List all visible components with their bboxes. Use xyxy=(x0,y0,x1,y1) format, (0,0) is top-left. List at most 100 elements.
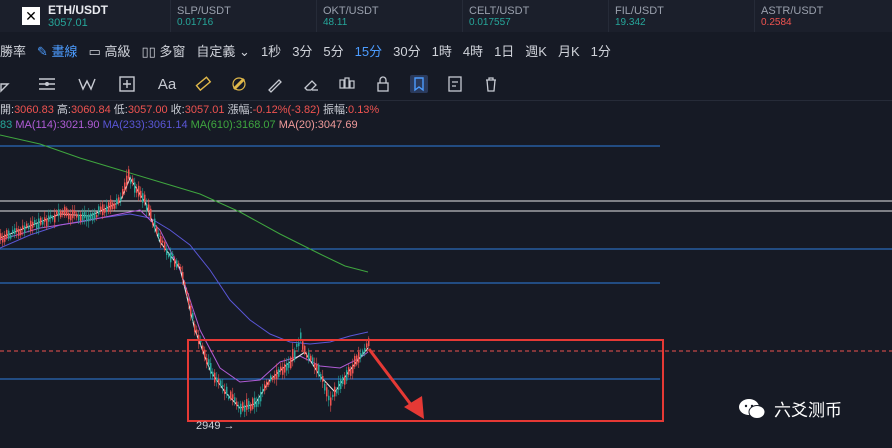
candle-body xyxy=(12,229,14,233)
pencil-icon[interactable] xyxy=(266,75,284,93)
bookmark-icon[interactable] xyxy=(410,75,428,93)
candle-body xyxy=(194,324,196,332)
candle-body xyxy=(66,208,68,216)
candle-body xyxy=(310,355,312,361)
candle-body xyxy=(208,359,210,366)
interval-1d[interactable]: 1日 xyxy=(494,41,514,60)
candle-body xyxy=(122,188,124,196)
candle-body xyxy=(256,401,258,407)
eraser-icon[interactable] xyxy=(302,75,320,93)
candle-body xyxy=(30,220,32,232)
candle-body xyxy=(20,229,22,236)
interval-1h[interactable]: 1時 xyxy=(432,41,452,60)
ticker-item[interactable]: SLP/USDT 0.01716 xyxy=(170,0,316,32)
candle-body xyxy=(328,395,330,401)
chevron-down-icon: ⌄ xyxy=(239,43,250,59)
interval-1mo[interactable]: 月K xyxy=(558,41,580,60)
change-value: -0.12%(-3.82) xyxy=(252,104,320,116)
candle-body xyxy=(124,182,126,192)
candle-body xyxy=(296,343,298,347)
candle-body xyxy=(88,214,90,222)
wave-pattern-icon[interactable] xyxy=(78,75,96,93)
low-label: 低: xyxy=(113,104,128,116)
candle-body xyxy=(144,194,146,203)
interval-1min[interactable]: 1分 xyxy=(591,41,611,60)
text-tool-icon[interactable]: Aa xyxy=(158,75,176,93)
interval-4h[interactable]: 4時 xyxy=(463,41,483,60)
settings-list-icon[interactable] xyxy=(446,75,464,93)
candle-body xyxy=(288,362,290,368)
candle-visibility-icon[interactable] xyxy=(338,75,356,93)
candle-body xyxy=(160,235,162,244)
candle-body xyxy=(128,169,130,179)
candle-body xyxy=(56,210,58,215)
toolbar-draw[interactable]: ✎ 畫線 xyxy=(37,41,78,60)
toolbar-winrate[interactable]: 勝率 xyxy=(0,41,26,60)
ticker-item-price: 0.017557 xyxy=(469,16,511,28)
ticker-item-price: 48.11 xyxy=(323,16,348,28)
candle-body xyxy=(282,367,284,375)
ma20-line xyxy=(0,176,369,409)
candle-body xyxy=(342,376,344,385)
candle-body xyxy=(58,209,60,217)
measure-box-icon[interactable] xyxy=(118,75,136,93)
toolbar-advanced[interactable]: ▭ 高級 xyxy=(89,41,131,60)
candle-body xyxy=(180,266,182,270)
candle-body xyxy=(218,378,220,384)
ohlc-readout: 開:3060.83 高:3060.84 低:3057.00 收:3057.01 … xyxy=(0,101,379,117)
ticker-item-symbol: ASTR/USDT xyxy=(761,4,824,17)
candle-body xyxy=(92,212,94,221)
chart-toolbar: 勝率 ✎ 畫線 ▭ 高級 ▯▯ 多窗 自定義 ⌄ 1秒 3分 5分 15分 30… xyxy=(0,32,892,68)
candle-body xyxy=(126,175,128,186)
interval-5m[interactable]: 5分 xyxy=(323,41,343,60)
candle-body xyxy=(230,391,232,400)
ticker-main[interactable]: ✕ ETH/USDT 3057.01 xyxy=(0,0,170,32)
toolbar-multiwindow[interactable]: ▯▯ 多窗 xyxy=(141,41,185,60)
ticker-item[interactable]: OKT/USDT 48.11 xyxy=(316,0,462,32)
trend-line-icon[interactable] xyxy=(0,75,18,93)
ticker-item-price: 0.2584 xyxy=(761,16,792,28)
candle-body xyxy=(356,355,358,365)
candle-body xyxy=(346,370,348,381)
interval-15m[interactable]: 15分 xyxy=(355,41,382,60)
candle-body xyxy=(38,218,40,229)
candle-body xyxy=(84,212,86,219)
candle-body xyxy=(252,398,254,409)
candle-body xyxy=(268,381,270,385)
toolbar-custom[interactable]: 自定義 ⌄ xyxy=(196,41,250,60)
candle-body xyxy=(26,223,28,227)
candle-body xyxy=(94,212,96,219)
horizontal-lines-icon[interactable] xyxy=(38,75,56,93)
candle-body xyxy=(366,343,368,348)
ticker-item[interactable]: CELT/USDT 0.017557 xyxy=(462,0,608,32)
trash-icon[interactable] xyxy=(482,75,500,93)
ticker-item[interactable]: ASTR/USDT 0.2584 xyxy=(754,0,864,32)
ticker-item[interactable]: FIL/USDT 19.342 xyxy=(608,0,754,32)
candle-body xyxy=(100,206,102,211)
candle-body xyxy=(246,399,248,410)
candle-body xyxy=(312,357,314,364)
toolbar-multiwindow-label: 多窗 xyxy=(159,43,186,59)
candle-body xyxy=(0,233,2,240)
magnet-icon[interactable] xyxy=(230,75,248,93)
interval-1s[interactable]: 1秒 xyxy=(261,41,281,60)
ruler-icon[interactable] xyxy=(194,75,212,93)
lock-icon[interactable] xyxy=(374,75,392,93)
candle-body xyxy=(60,210,62,218)
interval-1w[interactable]: 週K xyxy=(525,41,547,60)
ticker-price: 3057.01 xyxy=(48,17,88,29)
candle-body xyxy=(68,212,70,220)
ticker-item-price: 19.342 xyxy=(615,16,646,28)
close-label: 收: xyxy=(170,104,185,116)
candle-body xyxy=(114,203,116,209)
ticker-item-symbol: FIL/USDT xyxy=(615,4,664,17)
candle-body xyxy=(258,397,260,405)
candle-body xyxy=(202,345,204,352)
interval-30m[interactable]: 30分 xyxy=(393,41,420,60)
candle-body xyxy=(4,234,6,242)
candle-body xyxy=(166,249,168,255)
candle-body xyxy=(32,221,34,228)
candle-body xyxy=(240,403,242,415)
interval-3m[interactable]: 3分 xyxy=(292,41,312,60)
candle-body xyxy=(242,402,244,411)
